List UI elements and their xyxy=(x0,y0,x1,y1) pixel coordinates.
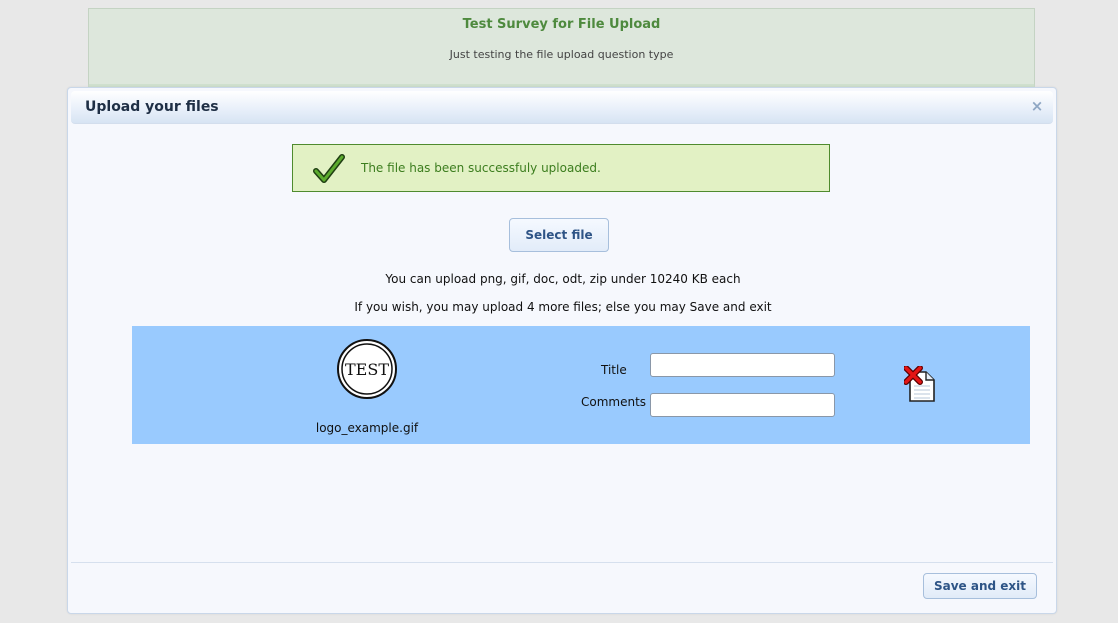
success-text: The file has been successfuly uploaded. xyxy=(361,161,601,175)
title-label: Title xyxy=(601,363,627,377)
dialog-title: Upload your files xyxy=(85,99,219,115)
delete-file-icon[interactable] xyxy=(904,366,938,404)
comments-input[interactable] xyxy=(650,393,835,417)
survey-description: Just testing the file upload question ty… xyxy=(449,48,674,61)
title-input[interactable] xyxy=(650,353,835,377)
file-thumbnail: TEST xyxy=(337,339,397,399)
file-name: logo_example.gif xyxy=(315,421,419,435)
checkmark-icon xyxy=(313,154,345,183)
survey-header: Test Survey for File Upload Just testing… xyxy=(88,8,1035,88)
save-and-exit-button[interactable]: Save and exit xyxy=(923,573,1037,599)
footer-divider xyxy=(71,562,1053,563)
comments-label: Comments xyxy=(581,395,647,409)
success-message: The file has been successfuly uploaded. xyxy=(292,144,830,192)
thumbnail-text: TEST xyxy=(345,360,389,379)
close-icon[interactable]: × xyxy=(1029,98,1045,114)
survey-title: Test Survey for File Upload xyxy=(462,17,661,32)
remaining-uploads-text: If you wish, you may upload 4 more files… xyxy=(354,300,772,314)
select-file-button[interactable]: Select file xyxy=(509,218,609,252)
uploaded-file-row: TEST logo_example.gif Title Comments xyxy=(132,326,1030,444)
allowed-file-types-text: You can upload png, gif, doc, odt, zip u… xyxy=(385,272,741,286)
dialog-titlebar: Upload your files × xyxy=(71,91,1053,124)
upload-dialog: Upload your files × The file has been su… xyxy=(67,87,1057,614)
